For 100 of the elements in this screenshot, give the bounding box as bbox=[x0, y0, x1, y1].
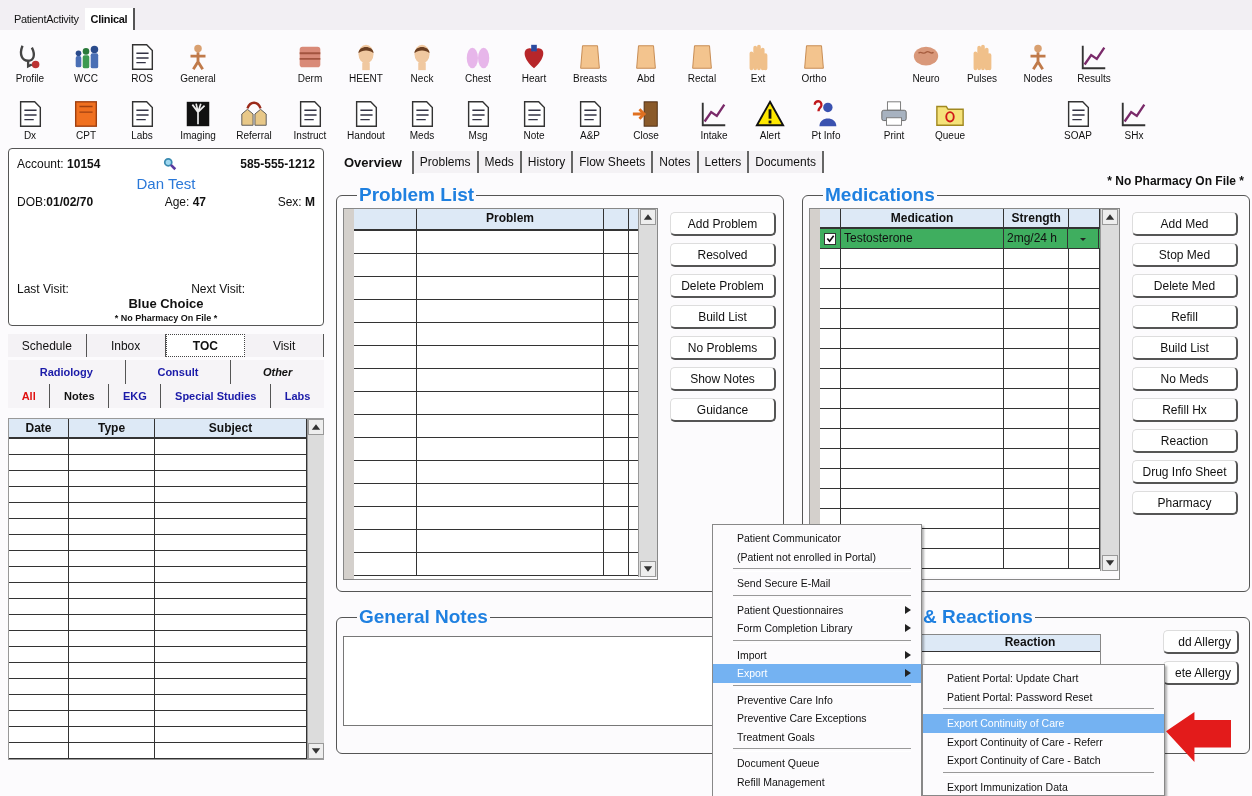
tab[interactable]: Special Studies bbox=[161, 384, 272, 408]
action-button[interactable]: ete Allergy bbox=[1163, 661, 1239, 685]
toolbar-button[interactable]: Results bbox=[1066, 31, 1122, 87]
toolbar-button[interactable]: Alert bbox=[742, 88, 798, 144]
tab[interactable]: Inbox bbox=[86, 334, 166, 357]
toolbar-button[interactable]: HEENT bbox=[338, 31, 394, 87]
toolbar-button[interactable]: Labs bbox=[114, 88, 170, 144]
toolbar-button[interactable]: Derm bbox=[282, 31, 338, 87]
toolbar-button[interactable]: Close bbox=[618, 88, 674, 144]
action-button[interactable]: Add Problem bbox=[670, 212, 776, 236]
toolbar-button[interactable]: Print bbox=[866, 88, 922, 144]
menu-item[interactable]: Patient Portal: Password Reset bbox=[923, 687, 1164, 706]
tab[interactable]: TOC bbox=[165, 334, 246, 357]
menu-item[interactable]: Send Secure E-Mail bbox=[713, 574, 921, 593]
toolbar-button[interactable]: Intake bbox=[686, 88, 742, 144]
toolbar-button[interactable]: Ortho bbox=[786, 31, 842, 87]
scroll-down-icon[interactable] bbox=[640, 561, 656, 577]
scroll-up-icon[interactable] bbox=[308, 419, 324, 435]
toolbar-button[interactable]: WCC bbox=[58, 31, 114, 87]
tab[interactable]: Problems bbox=[413, 151, 479, 173]
toolbar-button[interactable]: Abd bbox=[618, 31, 674, 87]
tab[interactable]: Labs bbox=[271, 384, 325, 408]
action-button[interactable]: Pharmacy bbox=[1132, 491, 1238, 515]
menu-item[interactable]: Export Continuity of Care - Referr bbox=[923, 732, 1164, 751]
tab[interactable]: Flow Sheets bbox=[573, 151, 654, 173]
scrollbar[interactable] bbox=[1100, 209, 1119, 571]
menu-item[interactable]: Patient Questionnaires bbox=[713, 600, 921, 619]
action-button[interactable]: Delete Problem bbox=[670, 274, 776, 298]
menu-item[interactable]: Export Immunization Data bbox=[923, 777, 1164, 796]
toolbar-button[interactable]: Queue bbox=[922, 88, 978, 144]
action-button[interactable]: Reaction bbox=[1132, 429, 1238, 453]
toolbar-button[interactable]: Chest bbox=[450, 31, 506, 87]
action-button[interactable]: Stop Med bbox=[1132, 243, 1238, 267]
menu-item[interactable]: Refill Management bbox=[713, 772, 921, 791]
toolbar-button[interactable]: Msg bbox=[450, 88, 506, 144]
toolbar-button[interactable]: SHx bbox=[1106, 88, 1162, 144]
medication-row[interactable]: Testosterone 2mg/24 h bbox=[820, 229, 1100, 249]
toolbar-button[interactable]: Imaging bbox=[170, 88, 226, 144]
tab[interactable]: Other bbox=[231, 360, 324, 384]
action-button[interactable]: No Meds bbox=[1132, 367, 1238, 391]
tab[interactable]: Meds bbox=[478, 151, 522, 173]
tab[interactable]: Letters bbox=[698, 151, 750, 173]
scroll-up-icon[interactable] bbox=[640, 209, 656, 225]
toolbar-button[interactable]: Referral bbox=[226, 88, 282, 144]
toolbar-button[interactable]: SOAP bbox=[1050, 88, 1106, 144]
menu-item[interactable]: Preventive Care Info bbox=[713, 690, 921, 709]
tab[interactable]: History bbox=[521, 151, 574, 173]
toolbar-button[interactable]: Pulses bbox=[954, 31, 1010, 87]
action-button[interactable]: Refill bbox=[1132, 305, 1238, 329]
action-button[interactable]: Build List bbox=[1132, 336, 1238, 360]
menu-item[interactable]: Import bbox=[713, 645, 921, 664]
tab[interactable]: Visit bbox=[245, 334, 324, 357]
action-button[interactable]: No Problems bbox=[670, 336, 776, 360]
tab[interactable]: Notes bbox=[50, 384, 110, 408]
toolbar-button[interactable]: Nodes bbox=[1010, 31, 1066, 87]
toolbar-button[interactable]: CPT bbox=[58, 88, 114, 144]
toolbar-button[interactable]: Meds bbox=[394, 88, 450, 144]
toolbar-button[interactable]: Instruct bbox=[282, 88, 338, 144]
scrollbar[interactable] bbox=[638, 209, 657, 577]
menu-item[interactable]: Treatment Goals bbox=[713, 727, 921, 746]
toolbar-button[interactable]: Neuro bbox=[898, 31, 954, 87]
toolbar-button[interactable]: Profile bbox=[2, 31, 58, 87]
tab[interactable]: All bbox=[8, 384, 51, 408]
action-button[interactable]: Show Notes bbox=[670, 367, 776, 391]
tab[interactable]: Schedule bbox=[8, 334, 87, 357]
menu-item[interactable]: Form Completion Library bbox=[713, 619, 921, 638]
action-button[interactable]: dd Allergy bbox=[1163, 630, 1239, 654]
checkbox[interactable] bbox=[824, 232, 836, 245]
tab[interactable]: Notes bbox=[653, 151, 699, 173]
menu-item[interactable]: Patient Portal: Update Chart bbox=[923, 669, 1164, 688]
menu-item[interactable]: Export Continuity of Care - Batch bbox=[923, 751, 1164, 770]
toolbar-button[interactable]: Breasts bbox=[562, 31, 618, 87]
action-button[interactable]: Delete Med bbox=[1132, 274, 1238, 298]
scroll-down-icon[interactable] bbox=[308, 743, 324, 759]
toolbar-button[interactable]: A&P bbox=[562, 88, 618, 144]
toolbar-button[interactable]: Note bbox=[506, 88, 562, 144]
toolbar-button[interactable]: Neck bbox=[394, 31, 450, 87]
scroll-up-icon[interactable] bbox=[1102, 209, 1118, 225]
action-button[interactable]: Resolved bbox=[670, 243, 776, 267]
action-button[interactable]: Guidance bbox=[670, 398, 776, 422]
tab[interactable]: Documents bbox=[749, 151, 824, 173]
toolbar-button[interactable]: Handout bbox=[338, 88, 394, 144]
menu-item[interactable]: Preventive Care Exceptions bbox=[713, 709, 921, 728]
scroll-down-icon[interactable] bbox=[1102, 555, 1118, 571]
menu-item[interactable]: Document Queue bbox=[713, 754, 921, 773]
tab[interactable]: Clinical bbox=[84, 8, 136, 30]
toolbar-button[interactable]: General bbox=[170, 31, 226, 87]
toolbar-button[interactable]: ROS bbox=[114, 31, 170, 87]
toolbar-button[interactable]: Heart bbox=[506, 31, 562, 87]
toolbar-button[interactable]: Dx bbox=[2, 88, 58, 144]
menu-item[interactable]: Patient Communicator bbox=[713, 529, 921, 548]
menu-item[interactable]: (Patient not enrolled in Portal) bbox=[713, 547, 921, 566]
action-button[interactable]: Drug Info Sheet bbox=[1132, 460, 1238, 484]
action-button[interactable]: Build List bbox=[670, 305, 776, 329]
search-icon[interactable] bbox=[163, 157, 178, 171]
toolbar-button[interactable]: Ext bbox=[730, 31, 786, 87]
action-button[interactable]: Refill Hx bbox=[1132, 398, 1238, 422]
action-button[interactable]: Add Med bbox=[1132, 212, 1238, 236]
scrollbar[interactable] bbox=[307, 419, 324, 759]
toolbar-button[interactable]: Rectal bbox=[674, 31, 730, 87]
